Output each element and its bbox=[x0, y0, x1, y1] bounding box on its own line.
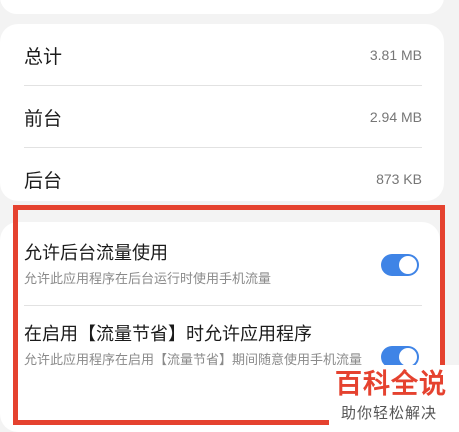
usage-row-background: 后台 873 KB bbox=[24, 148, 422, 210]
usage-background-value: 873 KB bbox=[376, 171, 422, 187]
data-usage-card: 总计 3.81 MB 前台 2.94 MB 后台 873 KB bbox=[0, 24, 444, 201]
watermark-title: 百科全说 bbox=[335, 369, 447, 400]
usage-background-label: 后台 bbox=[24, 169, 63, 192]
usage-row-foreground: 前台 2.94 MB bbox=[24, 86, 422, 148]
usage-total-value: 3.81 MB bbox=[369, 47, 422, 63]
usage-foreground-value: 2.94 MB bbox=[369, 109, 422, 125]
previous-card bbox=[0, 0, 444, 14]
usage-total-label: 总计 bbox=[24, 45, 63, 68]
screen: 总计 3.81 MB 前台 2.94 MB 后台 873 KB 允许后台流量使用… bbox=[0, 0, 459, 432]
watermark: 百科全说 助你轻松解决 bbox=[329, 365, 459, 432]
usage-row-total: 总计 3.81 MB bbox=[24, 24, 422, 86]
usage-foreground-label: 前台 bbox=[24, 107, 63, 130]
watermark-subtitle: 助你轻松解决 bbox=[341, 404, 438, 422]
